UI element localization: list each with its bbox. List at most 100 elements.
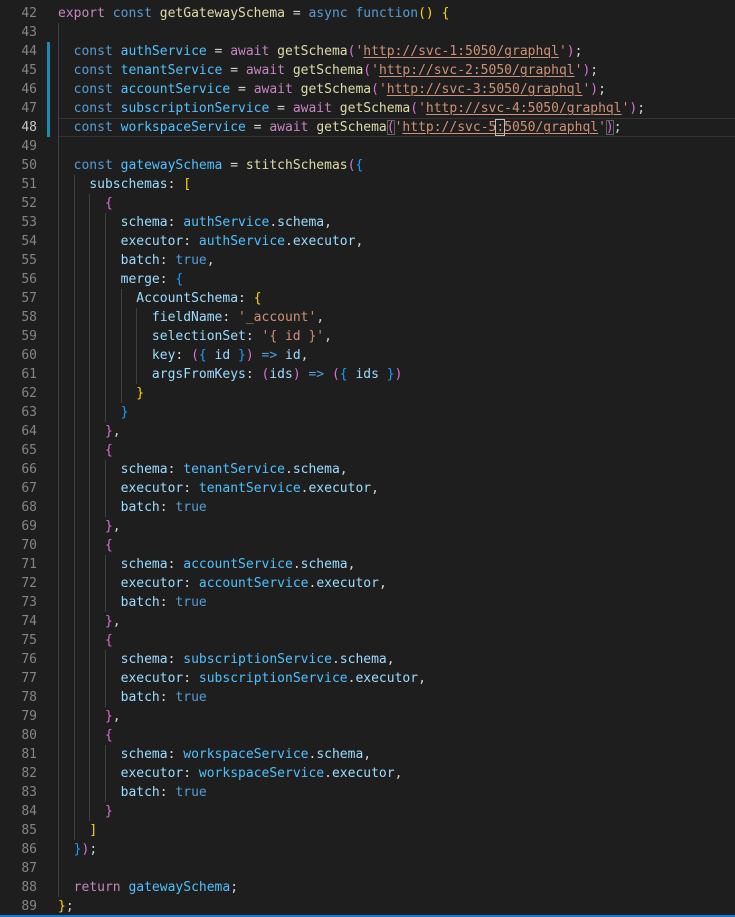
- line-number[interactable]: 49: [21, 137, 37, 156]
- line-number[interactable]: 80: [21, 726, 37, 745]
- code-line[interactable]: 62 }: [0, 384, 735, 403]
- code-line[interactable]: 79 },: [0, 707, 735, 726]
- code-line[interactable]: 54 executor: authService.executor,: [0, 232, 735, 251]
- code-line[interactable]: 52 {: [0, 194, 735, 213]
- line-number[interactable]: 42: [21, 4, 37, 23]
- line-number[interactable]: 79: [21, 707, 37, 726]
- code-line[interactable]: 75 {: [0, 631, 735, 650]
- line-number[interactable]: 64: [21, 422, 37, 441]
- code-line[interactable]: 66 schema: tenantService.schema,: [0, 460, 735, 479]
- code-line[interactable]: 47 const subscriptionService = await get…: [0, 99, 735, 118]
- line-number[interactable]: 52: [21, 194, 37, 213]
- code-line[interactable]: 53 schema: authService.schema,: [0, 213, 735, 232]
- line-number[interactable]: 88: [21, 878, 37, 897]
- code-line[interactable]: 85 ]: [0, 821, 735, 840]
- line-number[interactable]: 71: [21, 555, 37, 574]
- line-number[interactable]: 68: [21, 498, 37, 517]
- code-line[interactable]: 89};: [0, 897, 735, 916]
- line-number[interactable]: 45: [21, 61, 37, 80]
- code-line[interactable]: 42export const getGatewaySchema = async …: [0, 4, 735, 23]
- line-number[interactable]: 83: [21, 783, 37, 802]
- line-number[interactable]: 82: [21, 764, 37, 783]
- line-number[interactable]: 81: [21, 745, 37, 764]
- line-number[interactable]: 89: [21, 897, 37, 916]
- line-number[interactable]: 69: [21, 517, 37, 536]
- line-number[interactable]: 67: [21, 479, 37, 498]
- line-number[interactable]: 63: [21, 403, 37, 422]
- code-line[interactable]: 56 merge: {: [0, 270, 735, 289]
- line-number[interactable]: 48: [21, 118, 37, 137]
- code-line[interactable]: 78 batch: true: [0, 688, 735, 707]
- line-number[interactable]: 77: [21, 669, 37, 688]
- line-number[interactable]: 70: [21, 536, 37, 555]
- line-number[interactable]: 59: [21, 327, 37, 346]
- code-line[interactable]: 77 executor: subscriptionService.executo…: [0, 669, 735, 688]
- code-line[interactable]: 55 batch: true,: [0, 251, 735, 270]
- line-number[interactable]: 65: [21, 441, 37, 460]
- line-number[interactable]: 78: [21, 688, 37, 707]
- code-line[interactable]: 84 }: [0, 802, 735, 821]
- line-number[interactable]: 85: [21, 821, 37, 840]
- code-line[interactable]: 71 schema: accountService.schema,: [0, 555, 735, 574]
- line-number[interactable]: 55: [21, 251, 37, 270]
- line-number[interactable]: 54: [21, 232, 37, 251]
- line-number[interactable]: 51: [21, 175, 37, 194]
- line-number[interactable]: 56: [21, 270, 37, 289]
- line-number[interactable]: 57: [21, 289, 37, 308]
- code-line[interactable]: 48 const workspaceService = await getSch…: [0, 118, 735, 137]
- code-line[interactable]: 65 {: [0, 441, 735, 460]
- code-line[interactable]: 69 },: [0, 517, 735, 536]
- code-line[interactable]: 51 subschemas: [: [0, 175, 735, 194]
- code-line[interactable]: 87: [0, 859, 735, 878]
- code-token: executor: [121, 234, 184, 249]
- code-line[interactable]: 58 fieldName: '_account',: [0, 308, 735, 327]
- line-number[interactable]: 76: [21, 650, 37, 669]
- code-line-content: },: [58, 612, 735, 631]
- code-token: batch: [121, 690, 160, 705]
- code-line[interactable]: 73 batch: true: [0, 593, 735, 612]
- code-line[interactable]: 46 const accountService = await getSchem…: [0, 80, 735, 99]
- code-line[interactable]: 76 schema: subscriptionService.schema,: [0, 650, 735, 669]
- code-line[interactable]: 70 {: [0, 536, 735, 555]
- code-line[interactable]: 45 const tenantService = await getSchema…: [0, 61, 735, 80]
- code-line[interactable]: 80 {: [0, 726, 735, 745]
- code-line[interactable]: 82 executor: workspaceService.executor,: [0, 764, 735, 783]
- code-line[interactable]: 59 selectionSet: '{ id }',: [0, 327, 735, 346]
- line-number[interactable]: 47: [21, 99, 37, 118]
- code-line[interactable]: 74 },: [0, 612, 735, 631]
- code-line[interactable]: 63 }: [0, 403, 735, 422]
- line-number[interactable]: 53: [21, 213, 37, 232]
- gutter: 60: [0, 346, 58, 365]
- code-line[interactable]: 72 executor: accountService.executor,: [0, 574, 735, 593]
- line-number[interactable]: 43: [21, 23, 37, 42]
- code-line[interactable]: 50 const gatewaySchema = stitchSchemas({: [0, 156, 735, 175]
- line-number[interactable]: 62: [21, 384, 37, 403]
- code-line[interactable]: 49: [0, 137, 735, 156]
- code-line[interactable]: 57 AccountSchema: {: [0, 289, 735, 308]
- code-line[interactable]: 68 batch: true: [0, 498, 735, 517]
- code-line[interactable]: 86 });: [0, 840, 735, 859]
- line-number[interactable]: 58: [21, 308, 37, 327]
- line-number[interactable]: 74: [21, 612, 37, 631]
- line-number[interactable]: 44: [21, 42, 37, 61]
- code-line[interactable]: 44 const authService = await getSchema('…: [0, 42, 735, 61]
- line-number[interactable]: 72: [21, 574, 37, 593]
- code-line[interactable]: 83 batch: true: [0, 783, 735, 802]
- code-line[interactable]: 64 },: [0, 422, 735, 441]
- line-number[interactable]: 66: [21, 460, 37, 479]
- line-number[interactable]: 75: [21, 631, 37, 650]
- code-line[interactable]: 81 schema: workspaceService.schema,: [0, 745, 735, 764]
- line-number[interactable]: 60: [21, 346, 37, 365]
- line-number[interactable]: 73: [21, 593, 37, 612]
- line-number[interactable]: 84: [21, 802, 37, 821]
- line-number[interactable]: 87: [21, 859, 37, 878]
- line-number[interactable]: 61: [21, 365, 37, 384]
- code-line[interactable]: 60 key: ({ id }) => id,: [0, 346, 735, 365]
- code-line[interactable]: 61 argsFromKeys: (ids) => ({ ids }): [0, 365, 735, 384]
- line-number[interactable]: 86: [21, 840, 37, 859]
- line-number[interactable]: 46: [21, 80, 37, 99]
- code-line[interactable]: 43: [0, 23, 735, 42]
- code-line[interactable]: 67 executor: tenantService.executor,: [0, 479, 735, 498]
- code-line[interactable]: 88 return gatewaySchema;: [0, 878, 735, 897]
- line-number[interactable]: 50: [21, 156, 37, 175]
